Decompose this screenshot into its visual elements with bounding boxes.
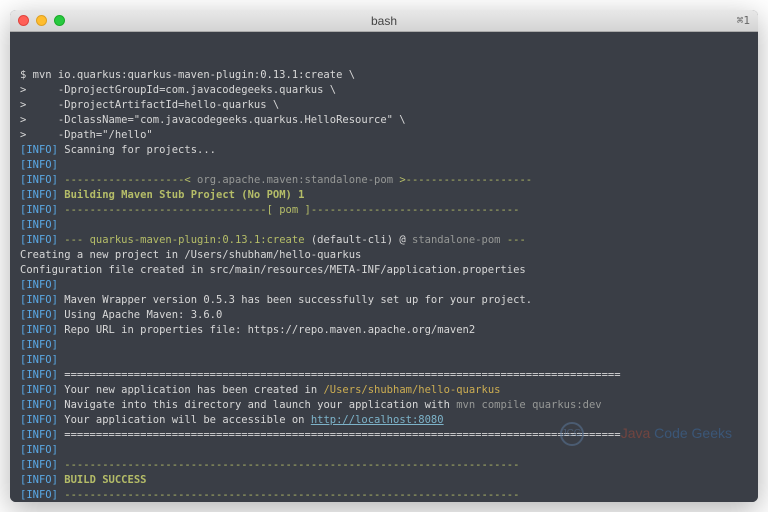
terminal-line: $ mvn io.quarkus:quarkus-maven-plugin:0.…	[20, 68, 748, 83]
titlebar[interactable]: bash ⌘1	[10, 10, 758, 32]
minimize-icon[interactable]	[36, 15, 47, 26]
terminal-line: [INFO] ---------------------------------…	[20, 458, 748, 473]
terminal-line: [INFO] BUILD SUCCESS	[20, 473, 748, 488]
watermark-logo-icon: JCG	[560, 422, 584, 446]
terminal-line: > -DclassName="com.javacodegeeks.quarkus…	[20, 113, 748, 128]
terminal-line: [INFO] --------------------------------[…	[20, 203, 748, 218]
terminal-line: > -Dpath="/hello"	[20, 128, 748, 143]
terminal-line: [INFO] Repo URL in properties file: http…	[20, 323, 748, 338]
terminal-line: [INFO]	[20, 278, 748, 293]
terminal-line: [INFO] =================================…	[20, 368, 748, 383]
terminal-line: [INFO]	[20, 353, 748, 368]
watermark: JCG Java Code Geeks	[560, 411, 732, 456]
terminal-line: [INFO] Maven Wrapper version 0.5.3 has b…	[20, 293, 748, 308]
terminal-line: [INFO]	[20, 218, 748, 233]
terminal-line: [INFO] -------------------< org.apache.m…	[20, 173, 748, 188]
terminal-window: bash ⌘1 $ mvn io.quarkus:quarkus-maven-p…	[10, 10, 758, 502]
watermark-text: Java Code Geeks	[590, 411, 732, 456]
window-title: bash	[10, 14, 758, 28]
terminal-line: [INFO] ---------------------------------…	[20, 488, 748, 502]
close-icon[interactable]	[18, 15, 29, 26]
titlebar-indicator: ⌘1	[737, 14, 750, 27]
terminal-line: [INFO]	[20, 158, 748, 173]
zoom-icon[interactable]	[54, 15, 65, 26]
terminal-line: [INFO]	[20, 338, 748, 353]
terminal-line: [INFO] --- quarkus-maven-plugin:0.13.1:c…	[20, 233, 748, 248]
terminal-line: [INFO] Scanning for projects...	[20, 143, 748, 158]
terminal-body[interactable]: $ mvn io.quarkus:quarkus-maven-plugin:0.…	[10, 32, 758, 502]
terminal-line: > -DprojectArtifactId=hello-quarkus \	[20, 98, 748, 113]
traffic-lights	[18, 15, 65, 26]
terminal-line: [INFO] Building Maven Stub Project (No P…	[20, 188, 748, 203]
terminal-line: Configuration file created in src/main/r…	[20, 263, 748, 278]
terminal-line: Creating a new project in /Users/shubham…	[20, 248, 748, 263]
terminal-line: > -DprojectGroupId=com.javacodegeeks.qua…	[20, 83, 748, 98]
terminal-line: [INFO] Your new application has been cre…	[20, 383, 748, 398]
terminal-line: [INFO] Using Apache Maven: 3.6.0	[20, 308, 748, 323]
